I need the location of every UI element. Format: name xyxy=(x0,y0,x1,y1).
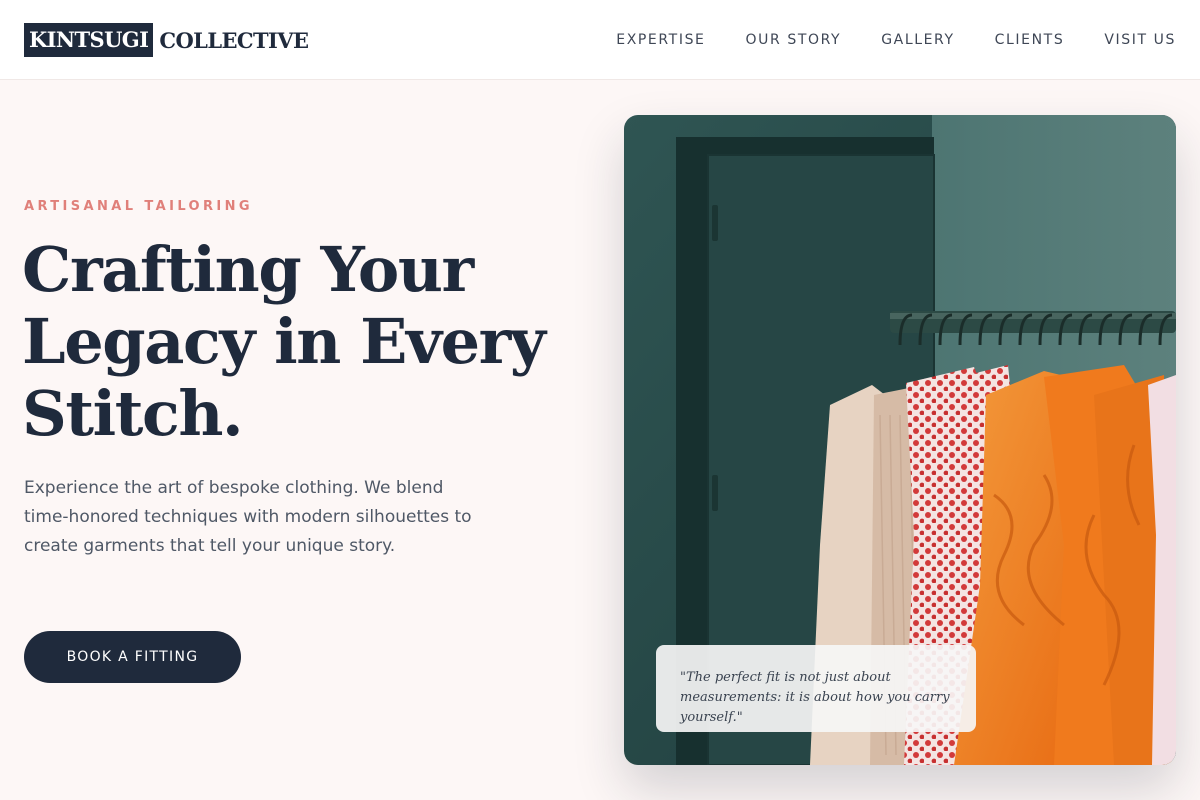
nav-expertise[interactable]: EXPERTISE xyxy=(616,30,705,50)
nav-clients[interactable]: CLIENTS xyxy=(995,30,1065,50)
logo-box: KINTSUGI xyxy=(24,23,154,57)
nav-gallery[interactable]: GALLERY xyxy=(881,30,954,50)
nav-our-story[interactable]: OUR STORY xyxy=(746,30,842,50)
hero-eyebrow: ARTISANAL TAILORING xyxy=(24,199,253,214)
hero-intro: Experience the art of bespoke clothing. … xyxy=(24,478,472,556)
book-fitting-button[interactable]: BOOK A FITTING xyxy=(24,631,241,683)
testimonial-quote-card: "The perfect fit is not just about measu… xyxy=(656,645,976,732)
nav-visit-us[interactable]: VISIT US xyxy=(1104,30,1176,50)
logo[interactable]: KINTSUGI COLLECTIVE xyxy=(24,23,309,57)
testimonial-quote: "The perfect fit is not just about measu… xyxy=(680,670,950,725)
logo-wordmark: COLLECTIVE xyxy=(159,27,309,53)
main-nav: EXPERTISE OUR STORY GALLERY CLIENTS VISI… xyxy=(616,30,1176,50)
hero-image: "The perfect fit is not just about measu… xyxy=(624,115,1176,765)
hero-headline: Crafting Your Legacy in Every Stitch. xyxy=(22,233,546,450)
site-header: KINTSUGI COLLECTIVE EXPERTISE OUR STORY … xyxy=(0,0,1200,80)
